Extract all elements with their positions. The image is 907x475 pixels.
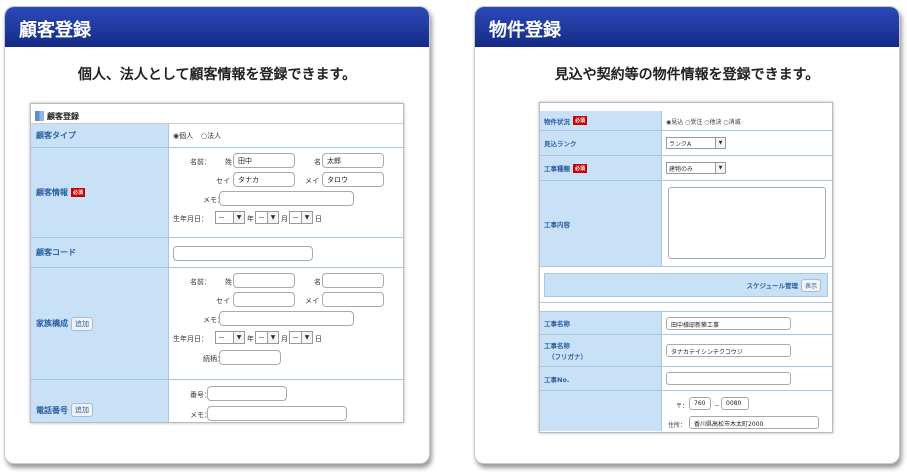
spacer (540, 303, 832, 311)
row-address: 〒： 760 － 0080 住所： 香川県高松市木太町2000 (540, 391, 832, 431)
family-sei-input[interactable] (233, 273, 295, 288)
label-rank: 見込ランク (540, 131, 662, 155)
work-type-select[interactable]: 建物のみ (666, 162, 726, 174)
phone-memo-input[interactable] (207, 406, 347, 421)
row-work-type: 工事種類 必須 建物のみ (540, 156, 832, 181)
card-header: 物件登録 (475, 7, 899, 47)
schedule-show-button[interactable]: 表示 (800, 278, 821, 292)
family-year-label: 年 (247, 335, 254, 343)
family-sei-label: 姓 (225, 278, 232, 286)
label-customer-info: 顧客情報 必須 (31, 148, 169, 237)
kana-mei-input[interactable]: タロウ (322, 172, 384, 187)
label-customer-type: 顧客タイプ (31, 124, 169, 147)
label-work-type: 工事種類 必須 (540, 156, 662, 180)
family-birth-label: 生年月日： (173, 335, 208, 343)
name-label: 名前： (190, 158, 211, 166)
kana-mei-label: メイ (305, 177, 319, 185)
family-mei-input[interactable] (322, 273, 384, 288)
row-work-no: 工事No. (540, 367, 832, 391)
customer-form-screenshot: 顧客登録 顧客タイプ ◉個人 ○法人 顧客情報 必須 名前： 姓 田中 名 太郎 … (30, 103, 404, 423)
family-month-label: 月 (281, 335, 288, 343)
month-label: 月 (281, 215, 288, 223)
customer-registration-card: 顧客登録 個人、法人として顧客情報を登録できます。 顧客登録 顧客タイプ ◉個人… (4, 6, 430, 464)
kana-sei-label: セイ (216, 177, 230, 185)
row-work-kana: 工事名称 （フリガナ） タナカテイシンチクコウジ (540, 335, 832, 367)
rank-select[interactable]: ランクA (666, 137, 726, 149)
schedule-label: スケジュール管理 (746, 282, 798, 290)
family-kana-sei-label: セイ (216, 297, 230, 305)
mei-input[interactable]: 太郎 (322, 153, 384, 168)
family-kana-sei-input[interactable] (233, 292, 295, 307)
label-work-content: 工事内容 (540, 181, 662, 266)
address-input[interactable]: 香川県高松市木太町2000 (689, 416, 819, 429)
required-badge: 必須 (71, 188, 86, 197)
row-status: 物件状況 必須 ◉見込 ○受注 ○他決 ○消滅 (540, 111, 832, 131)
label-family: 家族構成 追加 (31, 268, 169, 379)
status-radio-group[interactable]: ◉見込 ○受注 ○他決 ○消滅 (666, 117, 741, 126)
family-name-label: 名前： (190, 278, 211, 286)
radio-individual[interactable]: ◉個人 (173, 131, 193, 141)
family-birth-year-select[interactable]: － (215, 331, 245, 344)
row-family: 家族構成追加 名前： 姓 名 セイ メイ メモ： 生年月日： － 年 － 月 －… (31, 268, 403, 380)
memo-input[interactable] (219, 191, 354, 206)
card-subtitle: 見込や契約等の物件情報を登録できます。 (554, 67, 820, 83)
sei-input[interactable]: 田中 (233, 153, 295, 168)
phone-number-input[interactable] (207, 386, 287, 401)
family-birth-month-select[interactable]: － (255, 331, 279, 344)
card-subtitle: 個人、法人として顧客情報を登録できます。 (77, 67, 357, 83)
family-birth-day-select[interactable]: － (289, 331, 313, 344)
family-memo-input[interactable] (219, 311, 354, 326)
day-label: 日 (315, 215, 322, 223)
birth-label: 生年月日： (173, 215, 208, 223)
kana-sei-input[interactable]: タナカ (233, 172, 295, 187)
property-registration-card: 物件登録 見込や契約等の物件情報を登録できます。 物件状況 必須 ◉見込 ○受注 … (474, 6, 900, 464)
postal-mark: 〒： (676, 403, 689, 410)
zip2-input[interactable]: 0080 (721, 397, 749, 410)
card-header: 顧客登録 (5, 7, 429, 47)
family-add-button[interactable]: 追加 (71, 316, 93, 331)
work-name-input[interactable]: 田中様邸新築工事 (666, 317, 791, 330)
row-customer-type: 顧客タイプ ◉個人 ○法人 (31, 124, 403, 148)
work-content-textarea[interactable] (668, 187, 826, 259)
row-work-content: 工事内容 (540, 181, 832, 267)
label-customer-code: 顧客コード (31, 238, 169, 267)
label-work-kana: 工事名称 （フリガナ） (540, 335, 662, 366)
label-phone: 電話番号 追加 (31, 380, 169, 422)
birth-year-select[interactable]: － (215, 211, 245, 224)
customer-code-input[interactable] (173, 246, 313, 261)
address-label: 住所： (668, 422, 687, 429)
label-work-name: 工事名称 (540, 312, 662, 334)
row-work-name: 工事名称 田中様邸新築工事 (540, 311, 832, 335)
label-address (540, 391, 662, 431)
zip-dash: － (714, 403, 721, 410)
work-kana-input[interactable]: タナカテイシンチクコウジ (666, 344, 791, 357)
row-phone: 電話番号 追加 番号： メモ： (31, 380, 403, 422)
mei-label: 名 (314, 158, 321, 166)
schedule-section: スケジュール管理 表示 (540, 267, 832, 303)
form-title-bar: 顧客登録 (31, 104, 403, 124)
family-kana-mei-input[interactable] (322, 292, 384, 307)
family-day-label: 日 (315, 335, 322, 343)
row-rank: 見込ランク ランクA (540, 131, 832, 156)
birth-month-select[interactable]: － (255, 211, 279, 224)
zip1-input[interactable]: 760 (689, 397, 711, 410)
phone-add-button[interactable]: 追加 (71, 403, 93, 417)
radio-corporation[interactable]: ○法人 (201, 131, 221, 141)
property-form-screenshot: 物件状況必須 ◉見込 ○受注 ○他決 ○消滅 見込ランク ランクA 工事種類必須… (539, 102, 833, 433)
relation-input[interactable] (219, 350, 281, 365)
year-label: 年 (247, 215, 254, 223)
building-icon (35, 111, 44, 121)
family-mei-label: 名 (314, 278, 321, 286)
row-customer-info: 顧客情報 必須 名前： 姓 田中 名 太郎 セイ タナカ メイ タロウ メモ： 生… (31, 148, 403, 238)
row-customer-code: 顧客コード (31, 238, 403, 268)
required-badge: 必須 (573, 116, 588, 125)
label-status: 物件状況 必須 (540, 111, 662, 130)
family-kana-mei-label: メイ (305, 297, 319, 305)
work-no-input[interactable] (666, 372, 791, 385)
birth-day-select[interactable]: － (289, 211, 313, 224)
label-work-no: 工事No. (540, 367, 662, 390)
form-title: 顧客登録 (47, 111, 79, 121)
sei-label: 姓 (225, 158, 232, 166)
required-badge: 必須 (573, 163, 588, 173)
